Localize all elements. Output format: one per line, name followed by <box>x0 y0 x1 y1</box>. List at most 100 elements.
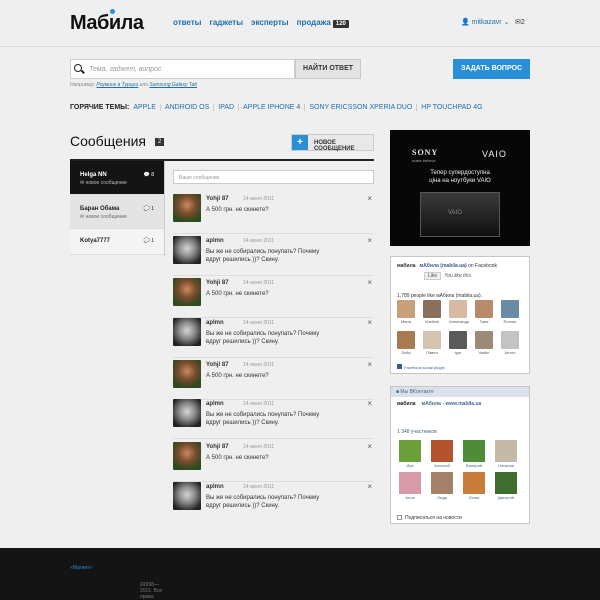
vk-group-link[interactable]: мАбила - www.mabila.ua <box>422 401 482 407</box>
avatar[interactable] <box>173 442 201 470</box>
fb-fan[interactable]: Igor <box>449 331 467 355</box>
search-input[interactable]: Тема, гаджет, вопрос <box>70 59 295 79</box>
brand-link[interactable]: «Магнет» <box>70 565 92 571</box>
avatar <box>399 472 421 494</box>
message-author[interactable]: Yohji 87 <box>206 196 229 202</box>
close-icon[interactable]: × <box>367 318 372 327</box>
avatar[interactable] <box>173 399 201 427</box>
new-message-button[interactable]: + НОВОЕ СООБЩЕНИЕ <box>291 134 374 152</box>
vk-member[interactable]: Дмитрий <box>495 472 517 500</box>
logo-signal-icon <box>110 9 115 14</box>
ad-product: VAIO <box>482 149 507 159</box>
conversation-name: Баран Обама <box>80 206 120 212</box>
fb-fan[interactable]: Павел <box>423 331 441 355</box>
message-author[interactable]: aplmn <box>206 238 224 244</box>
close-icon[interactable]: × <box>367 399 372 408</box>
message-item: aplmn 14 июня 2011 Вы же не собирались п… <box>173 318 374 358</box>
fb-plugin-footer[interactable]: Facebook social plugin <box>397 364 445 370</box>
message-text: Вы же не собирались понупать? Почему вдр… <box>206 249 320 263</box>
message-text: А 500 грн. не скинете? <box>206 291 269 297</box>
copyright-suffix: , 1998—2011. Все права защищены. <box>140 582 163 600</box>
fb-fan[interactable]: Sofia <box>397 331 415 355</box>
nav-experts[interactable]: эксперты <box>251 18 289 27</box>
hot-topic-link[interactable]: HP TOUCHPAD 4G <box>416 104 486 111</box>
nav-sale[interactable]: продажа <box>297 18 331 27</box>
vk-member[interactable]: Люда <box>431 472 453 500</box>
vk-member[interactable]: Алексей <box>431 440 453 468</box>
vk-subscribe[interactable]: Подписаться на новости <box>397 515 462 521</box>
avatar[interactable] <box>173 194 201 222</box>
hot-topic-link[interactable]: APPLE IPHONE 4 <box>238 104 304 111</box>
fb-fan[interactable]: Таня <box>475 300 493 324</box>
fb-fan-name: Sofia <box>401 350 411 355</box>
fb-page-link[interactable]: мАбила (mabila.ua) <box>420 263 467 269</box>
conversation-item[interactable]: Kotya7777 💬 1 <box>70 229 164 255</box>
conversation-item[interactable]: Баран Обама ✉ новое сообщение 💬 1 <box>70 195 164 229</box>
ad-brand: SONY <box>412 148 439 157</box>
fb-fan[interactable]: Maria <box>397 300 415 324</box>
page-title: Сообщения <box>70 133 146 149</box>
hot-topic-link[interactable]: SONY ERICSSON XPERIA DUO <box>304 104 416 111</box>
vk-count-text: 1 348 участников <box>397 429 437 435</box>
avatar <box>399 440 421 462</box>
vk-member[interactable]: Алла <box>399 472 421 500</box>
message-author[interactable]: Yohji 87 <box>206 280 229 286</box>
hot-topic-link[interactable]: APPLE <box>133 104 160 111</box>
avatar[interactable] <box>173 360 201 388</box>
find-answer-button[interactable]: НАЙТИ ОТВЕТ <box>295 59 361 79</box>
ask-question-button[interactable]: ЗАДАТЬ ВОПРОС <box>453 59 530 79</box>
message-author[interactable]: aplmn <box>206 401 224 407</box>
nav-gadgets[interactable]: гаджеты <box>210 18 244 27</box>
fb-fan[interactable]: Vadim <box>475 331 493 355</box>
vk-member[interactable]: Наталия <box>495 440 517 468</box>
message-author[interactable]: Yohji 87 <box>206 362 229 368</box>
close-icon[interactable]: × <box>367 278 372 287</box>
fb-fan-name: Igor <box>454 350 462 355</box>
fb-like-button[interactable]: Like <box>424 272 442 280</box>
avatar[interactable] <box>173 318 201 346</box>
checkbox[interactable] <box>397 515 402 521</box>
avatar[interactable] <box>173 482 201 510</box>
vk-member[interactable]: Валерий <box>463 440 485 468</box>
site-logo[interactable]: Мабила <box>70 12 144 35</box>
mail-count: 2 <box>520 19 525 26</box>
avatar[interactable] <box>173 278 201 306</box>
user-menu[interactable]: 👤 mitkazavr ⌄ <box>461 18 509 26</box>
message-author[interactable]: aplmn <box>206 320 224 326</box>
close-icon[interactable]: × <box>367 194 372 203</box>
hint-link-galaxy[interactable]: Samsung Galaxy Tab <box>149 82 197 88</box>
mail-button[interactable]: ✉2 <box>515 18 525 26</box>
ad-text: Тепер супердоступна ціна на ноутбуки VAIO <box>390 169 530 185</box>
sony-vaio-ad[interactable]: SONY make.believe VAIO Тепер супердоступ… <box>390 130 530 246</box>
hot-topic-link[interactable]: ANDROID OS <box>159 104 213 111</box>
vk-member[interactable]: Юлия <box>463 472 485 500</box>
close-icon[interactable]: × <box>367 236 372 245</box>
hot-topic-link[interactable]: IPAD <box>213 104 238 111</box>
avatar <box>431 440 453 462</box>
conversation-count: 💬 1 <box>143 238 154 244</box>
close-icon[interactable]: × <box>367 360 372 369</box>
message-author[interactable]: Yohji 87 <box>206 444 229 450</box>
facebook-like-box: мабила мАбила (mabila.ua) on Facebook Lik… <box>390 256 530 374</box>
fb-fan[interactable]: Александр <box>449 300 469 324</box>
ad-text-line: Тепер супердоступна <box>430 170 490 176</box>
reply-input[interactable]: Ваше сообщение <box>173 170 374 184</box>
fb-fan[interactable]: Антон <box>501 331 519 355</box>
message-author[interactable]: aplmn <box>206 484 224 490</box>
conversation-item[interactable]: Helga NN ✉ новое сообщение 💬 8 <box>70 161 164 195</box>
hint-prefix: Например: <box>70 82 97 88</box>
avatar <box>449 300 467 318</box>
fb-fan[interactable]: Vladimir <box>423 300 441 324</box>
search-icon <box>74 64 82 72</box>
vk-member-name: Наталия <box>498 463 514 468</box>
vk-member[interactable]: Ира <box>399 440 421 468</box>
close-icon[interactable]: × <box>367 482 372 491</box>
avatar[interactable] <box>173 236 201 264</box>
fb-fan-name: Vadim <box>478 350 490 355</box>
facebook-icon <box>397 364 402 369</box>
fb-fan[interactable]: Roman <box>501 300 519 324</box>
hint-mid: или <box>138 82 150 88</box>
hint-link-roaming[interactable]: Роуминг в Турции <box>96 82 138 88</box>
close-icon[interactable]: × <box>367 442 372 451</box>
nav-answers[interactable]: ответы <box>173 18 202 27</box>
